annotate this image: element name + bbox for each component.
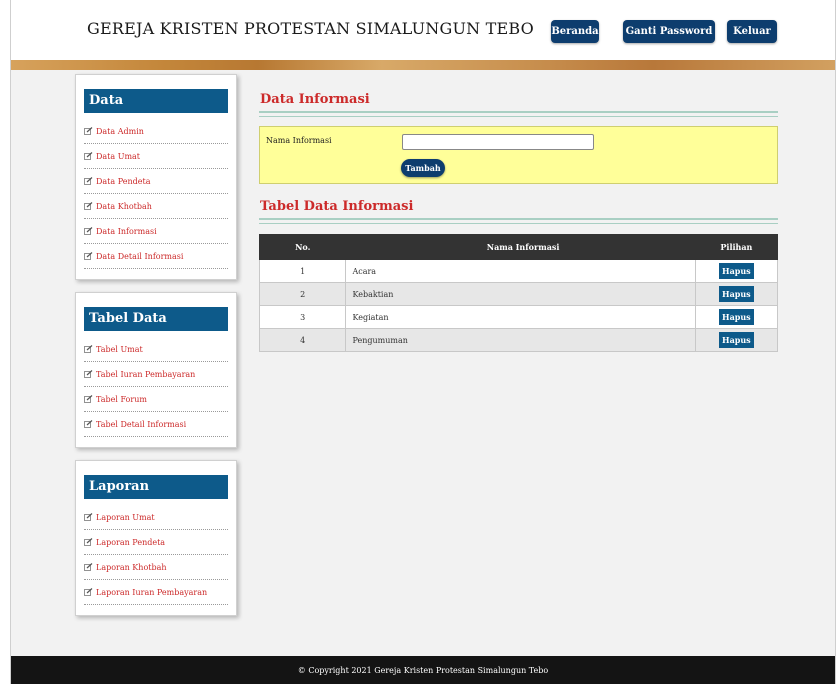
sidebar-item-label: Data Khotbah — [96, 201, 152, 211]
sidebar-item-data-pendeta[interactable]: Data Pendeta — [84, 169, 228, 194]
edit-icon — [84, 588, 93, 596]
sidebar-item-tabel-detail-informasi[interactable]: Tabel Detail Informasi — [84, 412, 228, 437]
table-row: 2 Kebaktian Hapus — [258, 282, 779, 306]
keluar-button[interactable]: Keluar — [727, 20, 777, 43]
sidebar-item-label: Tabel Detail Informasi — [96, 419, 187, 429]
sidebar-item-label: Laporan Umat — [96, 512, 155, 522]
edit-icon — [84, 513, 93, 521]
sidebar-data-list: Data Admin Data Umat Data Pendeta Data K… — [84, 119, 228, 269]
sidebar-item-laporan-umat[interactable]: Laporan Umat — [84, 505, 228, 530]
edit-icon — [84, 252, 93, 260]
edit-icon — [84, 563, 93, 571]
sidebar-item-laporan-khotbah[interactable]: Laporan Khotbah — [84, 555, 228, 580]
sidebar-data-box: Data Data Admin Data Umat Data Pendeta D… — [75, 74, 237, 280]
row-name: Kegiatan — [345, 305, 696, 329]
edit-icon — [84, 152, 93, 160]
sidebar-item-data-detail-informasi[interactable]: Data Detail Informasi — [84, 244, 228, 269]
table-header-row: No. Nama Informasi Pilihan — [258, 234, 779, 260]
row-no: 4 — [258, 328, 347, 352]
row-no: 2 — [258, 282, 347, 306]
header-banner — [11, 60, 835, 70]
edit-icon — [84, 227, 93, 235]
sidebar-item-label: Laporan Pendeta — [96, 537, 166, 547]
row-action-cell: Hapus — [694, 282, 779, 306]
sidebar-laporan-title: Laporan — [84, 475, 228, 499]
column-header-no: No. — [258, 234, 347, 260]
site-header: GEREJA KRISTEN PROTESTAN SIMALUNGUN TEBO… — [11, 0, 835, 60]
sidebar-item-data-informasi[interactable]: Data Informasi — [84, 219, 228, 244]
nama-informasi-label: Nama Informasi — [266, 136, 332, 145]
sidebar-item-label: Data Pendeta — [96, 176, 151, 186]
sidebar-item-label: Data Umat — [96, 151, 141, 161]
row-action-cell: Hapus — [694, 328, 779, 352]
hapus-button[interactable]: Hapus — [719, 263, 754, 279]
hapus-button[interactable]: Hapus — [719, 286, 754, 302]
sidebar-item-label: Laporan Iuran Pembayaran — [96, 587, 208, 597]
hapus-button[interactable]: Hapus — [719, 309, 754, 325]
row-name: Acara — [345, 259, 696, 283]
table-row: 4 Pengumuman Hapus — [258, 328, 779, 352]
informasi-table: No. Nama Informasi Pilihan 1 Acara Hapus… — [258, 234, 779, 352]
sidebar-tabel-box: Tabel Data Tabel Umat Tabel Iuran Pembay… — [75, 292, 237, 448]
site-title: GEREJA KRISTEN PROTESTAN SIMALUNGUN TEBO — [87, 19, 534, 38]
sidebar-tabel-list: Tabel Umat Tabel Iuran Pembayaran Tabel … — [84, 337, 228, 437]
ganti-password-button[interactable]: Ganti Password — [623, 20, 715, 43]
table-row: 1 Acara Hapus — [258, 259, 779, 283]
row-no: 3 — [258, 305, 347, 329]
row-action-cell: Hapus — [694, 259, 779, 283]
sidebar-laporan-list: Laporan Umat Laporan Pendeta Laporan Kho… — [84, 505, 228, 605]
edit-icon — [84, 370, 93, 378]
sidebar-item-label: Tabel Umat — [96, 344, 143, 354]
sidebar-item-label: Tabel Iuran Pembayaran — [96, 369, 196, 379]
edit-icon — [84, 177, 93, 185]
page-frame: GEREJA KRISTEN PROTESTAN SIMALUNGUN TEBO… — [10, 0, 836, 684]
sidebar-item-data-khotbah[interactable]: Data Khotbah — [84, 194, 228, 219]
hapus-button[interactable]: Hapus — [719, 332, 754, 348]
edit-icon — [84, 202, 93, 210]
table-section-rule — [259, 218, 778, 224]
form-section-title: Data Informasi — [260, 92, 370, 107]
row-action-cell: Hapus — [694, 305, 779, 329]
sidebar-item-label: Data Detail Informasi — [96, 251, 184, 261]
sidebar-data-title: Data — [84, 89, 228, 113]
beranda-button[interactable]: Beranda — [551, 20, 599, 43]
site-footer: © Copyright 2021 Gereja Kristen Protesta… — [11, 656, 835, 684]
row-no: 1 — [258, 259, 347, 283]
row-name: Kebaktian — [345, 282, 696, 306]
main-area: Data Data Admin Data Umat Data Pendeta D… — [11, 70, 835, 656]
sidebar-item-tabel-forum[interactable]: Tabel Forum — [84, 387, 228, 412]
sidebar-laporan-box: Laporan Laporan Umat Laporan Pendeta Lap… — [75, 460, 237, 616]
edit-icon — [84, 420, 93, 428]
edit-icon — [84, 395, 93, 403]
column-header-nama: Nama Informasi — [345, 234, 696, 260]
sidebar-item-label: Tabel Forum — [96, 394, 147, 404]
nama-informasi-input[interactable] — [402, 134, 594, 150]
sidebar-item-label: Data Informasi — [96, 226, 157, 236]
sidebar-item-data-admin[interactable]: Data Admin — [84, 119, 228, 144]
table-section-title: Tabel Data Informasi — [260, 199, 414, 214]
sidebar-item-data-umat[interactable]: Data Umat — [84, 144, 228, 169]
edit-icon — [84, 538, 93, 546]
sidebar-tabel-title: Tabel Data — [84, 307, 228, 331]
column-header-pilihan: Pilihan — [694, 234, 779, 260]
copyright-text: © Copyright 2021 Gereja Kristen Protesta… — [297, 665, 549, 675]
edit-icon — [84, 127, 93, 135]
sidebar-item-tabel-umat[interactable]: Tabel Umat — [84, 337, 228, 362]
sidebar-item-tabel-iuran[interactable]: Tabel Iuran Pembayaran — [84, 362, 228, 387]
sidebar-item-laporan-iuran[interactable]: Laporan Iuran Pembayaran — [84, 580, 228, 605]
form-section-rule — [259, 111, 778, 117]
tambah-button[interactable]: Tambah — [401, 159, 445, 177]
edit-icon — [84, 345, 93, 353]
table-row: 3 Kegiatan Hapus — [258, 305, 779, 329]
sidebar-item-label: Data Admin — [96, 126, 144, 136]
row-name: Pengumuman — [345, 328, 696, 352]
sidebar-item-laporan-pendeta[interactable]: Laporan Pendeta — [84, 530, 228, 555]
sidebar-item-label: Laporan Khotbah — [96, 562, 167, 572]
informasi-form: Nama Informasi Tambah — [259, 126, 778, 184]
